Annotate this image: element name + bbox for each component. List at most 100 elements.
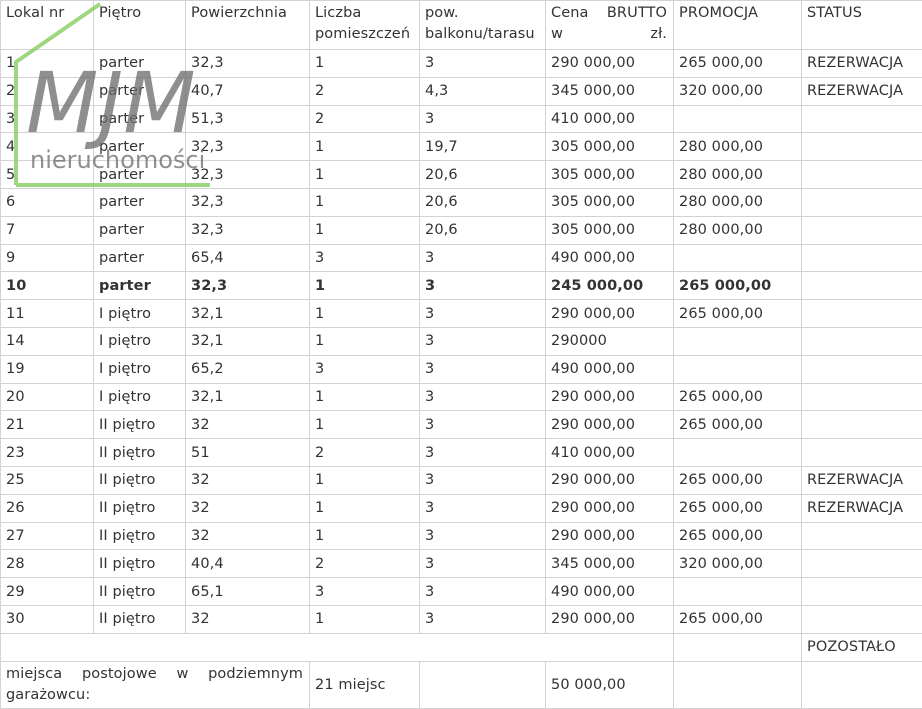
empty-cell xyxy=(673,660,802,709)
balcony-cell: 3 xyxy=(419,271,546,301)
balcony-cell: 20,6 xyxy=(419,215,546,245)
table-row: 28 II piętro 40,4 2 3 345 000,00 320 000,00 xyxy=(0,549,922,579)
apartments-table: Lokal nr Piętro Powierzchnia Liczba pomi… xyxy=(0,0,922,709)
balcony-cell: 3 xyxy=(419,465,546,495)
balcony-cell: 3 xyxy=(419,521,546,551)
lokal-nr-cell: 25 xyxy=(0,465,94,495)
price-cell: 345 000,00 xyxy=(545,76,674,106)
table-row: 3 parter 51,3 2 3 410 000,00 xyxy=(0,104,922,134)
price-cell: 490 000,00 xyxy=(545,577,674,606)
rooms-cell: 1 xyxy=(309,160,420,189)
balcony-cell: 4,3 xyxy=(419,76,546,106)
lokal-nr-cell: 5 xyxy=(0,160,94,189)
remaining-row: POZOSTAŁO xyxy=(0,632,922,662)
area-cell: 32,3 xyxy=(185,160,310,189)
floor-cell: parter xyxy=(93,76,186,106)
status-cell xyxy=(801,438,922,467)
floor-cell: II piętro xyxy=(93,577,186,606)
status-cell xyxy=(801,604,922,634)
status-cell xyxy=(801,326,922,356)
promo-cell: 265 000,00 xyxy=(673,465,802,495)
lokal-nr-cell: 4 xyxy=(0,132,94,162)
rooms-cell: 1 xyxy=(309,493,420,523)
rooms-cell: 2 xyxy=(309,104,420,134)
promo-cell: 320 000,00 xyxy=(673,549,802,579)
table-row: 9 parter 65,4 3 3 490 000,00 xyxy=(0,243,922,273)
price-cell: 305 000,00 xyxy=(545,187,674,217)
table-row: 26 II piętro 32 1 3 290 000,00 265 000,00 REZER… xyxy=(0,493,922,523)
area-cell: 32,3 xyxy=(185,271,310,301)
status-cell xyxy=(801,243,922,273)
table-row: 14 I piętro 32,1 1 3 290000 xyxy=(0,326,922,356)
area-cell: 32,1 xyxy=(185,299,310,328)
status-cell xyxy=(801,549,922,579)
price-cell: 245 000,00 xyxy=(545,271,674,301)
parking-price: 50 000,00 xyxy=(545,660,674,709)
rooms-cell: 3 xyxy=(309,354,420,384)
lokal-nr-cell: 6 xyxy=(0,187,94,217)
area-cell: 32,1 xyxy=(185,326,310,356)
rooms-cell: 1 xyxy=(309,521,420,551)
balcony-cell: 3 xyxy=(419,299,546,328)
lokal-nr-cell: 26 xyxy=(0,493,94,523)
promo-cell: 265 000,00 xyxy=(673,382,802,412)
area-cell: 32,3 xyxy=(185,187,310,217)
floor-cell: parter xyxy=(93,104,186,134)
promo-cell: 320 000,00 xyxy=(673,76,802,106)
price-cell: 290 000,00 xyxy=(545,299,674,328)
table-row: 27 II piętro 32 1 3 290 000,00 265 000,00 xyxy=(0,521,922,551)
rooms-cell: 1 xyxy=(309,465,420,495)
lokal-nr-cell: 10 xyxy=(0,271,94,301)
status-cell: REZERWACJA xyxy=(801,493,922,523)
rooms-cell: 3 xyxy=(309,577,420,606)
area-cell: 65,4 xyxy=(185,243,310,273)
price-cell: 290 000,00 xyxy=(545,493,674,523)
floor-cell: parter xyxy=(93,132,186,162)
rooms-cell: 3 xyxy=(309,243,420,273)
rooms-cell: 2 xyxy=(309,549,420,579)
lokal-nr-cell: 27 xyxy=(0,521,94,551)
area-cell: 32,3 xyxy=(185,49,310,78)
floor-cell: I piętro xyxy=(93,299,186,328)
area-cell: 32 xyxy=(185,465,310,495)
balcony-cell: 3 xyxy=(419,438,546,467)
table-header-row: Lokal nr Piętro Powierzchnia Liczba pomi… xyxy=(0,0,922,50)
table-row: 19 I piętro 65,2 3 3 490 000,00 xyxy=(0,354,922,384)
balcony-cell: 3 xyxy=(419,104,546,134)
status-cell xyxy=(801,104,922,134)
price-cell: 305 000,00 xyxy=(545,132,674,162)
floor-cell: parter xyxy=(93,243,186,273)
status-cell: REZERWACJA xyxy=(801,76,922,106)
table-row: 10 parter 32,3 1 3 245 000,00 265 000,00 xyxy=(0,271,922,301)
table-row: 2 parter 40,7 2 4,3 345 000,00 320 000,00 REZER… xyxy=(0,76,922,106)
rooms-cell: 1 xyxy=(309,49,420,78)
floor-cell: II piętro xyxy=(93,604,186,634)
price-cell: 345 000,00 xyxy=(545,549,674,579)
floor-cell: I piętro xyxy=(93,382,186,412)
promo-cell: 280 000,00 xyxy=(673,215,802,245)
lokal-nr-cell: 21 xyxy=(0,410,94,440)
price-cell: 290 000,00 xyxy=(545,49,674,78)
rooms-cell: 2 xyxy=(309,76,420,106)
balcony-cell: 19,7 xyxy=(419,132,546,162)
price-cell: 290 000,00 xyxy=(545,382,674,412)
floor-cell: parter xyxy=(93,215,186,245)
parking-label: miejsca postojowe w podziemnym garażowcu… xyxy=(0,660,310,709)
promo-cell xyxy=(673,326,802,356)
area-cell: 32,1 xyxy=(185,382,310,412)
price-cell: 410 000,00 xyxy=(545,104,674,134)
balcony-cell: 3 xyxy=(419,354,546,384)
area-cell: 32,3 xyxy=(185,215,310,245)
lokal-nr-cell: 28 xyxy=(0,549,94,579)
price-cell: 490 000,00 xyxy=(545,243,674,273)
promo-cell: 265 000,00 xyxy=(673,271,802,301)
table-row: 4 parter 32,3 1 19,7 305 000,00 280 000,00 xyxy=(0,132,922,162)
status-cell: REZERWACJA xyxy=(801,465,922,495)
area-cell: 32 xyxy=(185,493,310,523)
floor-cell: II piętro xyxy=(93,410,186,440)
price-cell: 305 000,00 xyxy=(545,160,674,189)
balcony-cell: 3 xyxy=(419,243,546,273)
parking-count: 21 miejsc xyxy=(309,660,420,709)
header-cell: Lokal nr xyxy=(0,0,94,50)
status-cell: REZERWACJA xyxy=(801,49,922,78)
